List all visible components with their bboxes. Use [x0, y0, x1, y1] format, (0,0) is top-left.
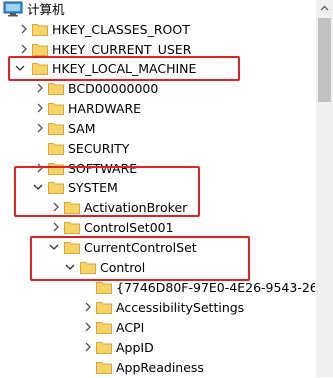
tree-node-label: AppReadiness — [116, 360, 204, 375]
highlight-box-currentcontrolset — [30, 236, 250, 281]
tree-node-label: AccessibilitySettings — [116, 300, 245, 315]
scroll-up-arrow-icon[interactable] — [316, 0, 333, 17]
computer-icon — [3, 1, 23, 17]
folder-icon — [96, 320, 112, 334]
tree-node-hardware[interactable]: HARDWARE — [0, 99, 315, 119]
chevron-right-icon[interactable] — [82, 301, 94, 313]
tree-node-label: ControlSet001 — [84, 220, 174, 235]
chevron-right-icon[interactable] — [34, 102, 46, 114]
folder-icon — [64, 220, 80, 234]
tree-node-label: SECURITY — [68, 141, 130, 156]
tree-root-computer[interactable]: 计算机 — [0, 0, 315, 20]
folder-icon — [96, 300, 112, 314]
chevron-right-icon[interactable] — [82, 341, 94, 353]
tree-node-label: BCD00000000 — [68, 81, 159, 96]
tree-node-hkey-classes-root[interactable]: HKEY_CLASSES_ROOT — [0, 20, 315, 40]
tree-node-label: AppID — [116, 340, 154, 355]
chevron-right-icon[interactable] — [18, 43, 30, 55]
folder-icon — [48, 121, 64, 135]
scrollbar-thumb[interactable] — [318, 18, 331, 102]
tree-node-appid[interactable]: AppID — [0, 338, 315, 358]
chevron-right-icon[interactable] — [18, 23, 30, 35]
folder-icon — [48, 141, 64, 155]
tree-node-acpi[interactable]: ACPI — [0, 318, 315, 338]
tree-node-label: {7746D80F-97E0-4E26-9543-26B41 — [116, 280, 315, 295]
folder-icon — [32, 22, 48, 36]
chevron-right-icon[interactable] — [50, 221, 62, 233]
tree-node-label: HKEY_CLASSES_ROOT — [52, 22, 190, 37]
tree-node-sam[interactable]: SAM — [0, 119, 315, 139]
folder-icon — [32, 42, 48, 56]
folder-icon — [48, 101, 64, 115]
chevron-right-icon[interactable] — [34, 82, 46, 94]
tree-node-label: HARDWARE — [68, 101, 142, 116]
highlight-box-system — [14, 166, 200, 217]
tree-node-label: ACPI — [116, 320, 145, 335]
highlight-box-hkey-local-machine — [8, 56, 240, 81]
tree-node-accessibilitysettings[interactable]: AccessibilitySettings — [0, 298, 315, 318]
tree-node-guid[interactable]: {7746D80F-97E0-4E26-9543-26B41 — [0, 278, 315, 298]
tree-node-controlset001[interactable]: ControlSet001 — [0, 218, 315, 238]
folder-icon — [96, 340, 112, 354]
chevron-right-icon[interactable] — [34, 122, 46, 134]
tree-node-security[interactable]: SECURITY — [0, 139, 315, 159]
tree-node-bcd00000000[interactable]: BCD00000000 — [0, 79, 315, 99]
folder-icon — [96, 280, 112, 294]
tree-root-label: 计算机 — [27, 2, 65, 17]
tree-node-appreadiness[interactable]: AppReadiness — [0, 358, 315, 378]
folder-icon — [48, 81, 64, 95]
folder-icon — [96, 360, 112, 374]
tree-node-label: SAM — [68, 121, 96, 136]
chevron-right-icon[interactable] — [82, 321, 94, 333]
